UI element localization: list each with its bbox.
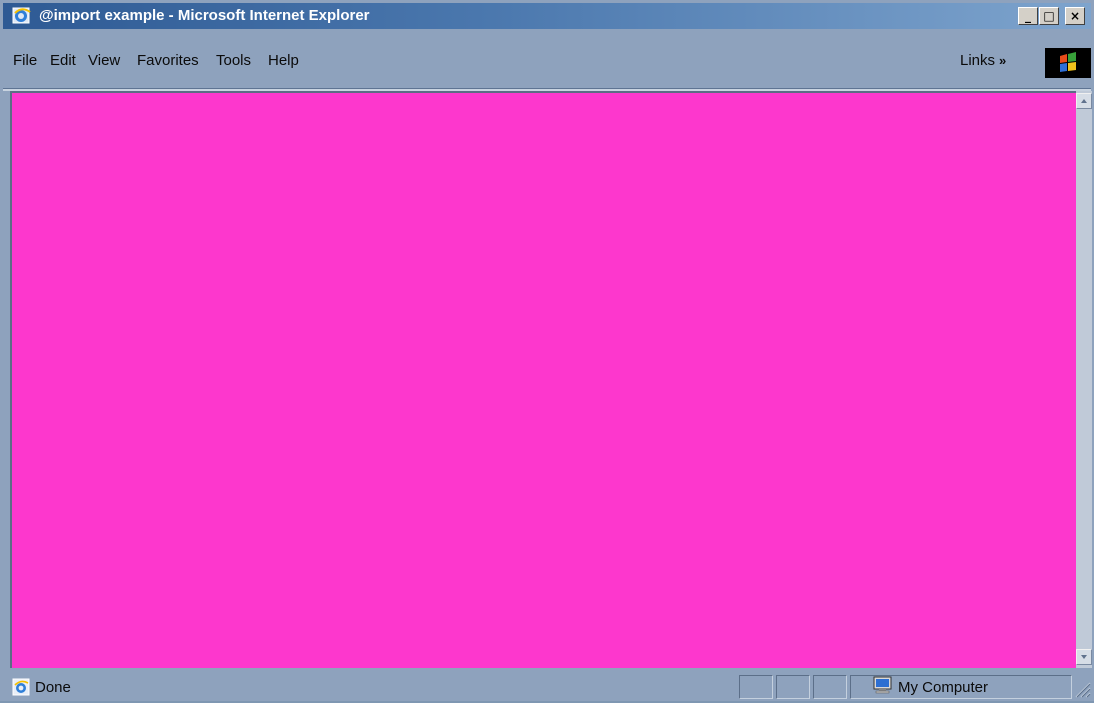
page-content[interactable] [10, 91, 1076, 668]
links-label: Links [960, 52, 996, 69]
status-bar: Done My Computer [3, 670, 1091, 701]
security-zone-label: My Computer [898, 679, 989, 696]
menu-file[interactable]: File [13, 52, 37, 70]
my-computer-icon [871, 676, 895, 694]
resize-grip-icon[interactable] [1073, 680, 1091, 698]
menu-view[interactable]: View [88, 52, 120, 70]
arrow-up-icon [1081, 99, 1087, 103]
ie-logo-icon [12, 6, 32, 26]
maximize-button[interactable]: □ [1039, 7, 1059, 25]
links-toolbar-button[interactable]: Links» [960, 52, 1006, 69]
windows-logo-icon [1045, 48, 1091, 78]
close-button[interactable]: × [1065, 7, 1085, 25]
scroll-up-button[interactable] [1076, 93, 1092, 109]
vertical-scrollbar[interactable] [1076, 91, 1092, 668]
menu-edit[interactable]: Edit [50, 52, 76, 70]
scroll-down-button[interactable] [1076, 649, 1092, 665]
menu-help[interactable]: Help [268, 52, 299, 70]
ie-page-icon [12, 678, 30, 696]
menu-favorites[interactable]: Favorites [137, 52, 199, 70]
status-text: Done [35, 679, 71, 696]
status-panel [813, 675, 847, 699]
arrow-down-icon [1081, 655, 1087, 659]
status-panel [776, 675, 810, 699]
minimize-button[interactable]: _ [1018, 7, 1038, 25]
chevron-right-icon: » [999, 53, 1007, 68]
window-title: @import example - Microsoft Internet Exp… [39, 7, 370, 24]
menu-bar: File Edit View Favorites Tools Help Link… [3, 32, 1091, 90]
browser-window: @import example - Microsoft Internet Exp… [0, 0, 1094, 701]
title-bar[interactable]: @import example - Microsoft Internet Exp… [3, 3, 1091, 29]
menu-tools[interactable]: Tools [216, 52, 251, 70]
status-panel [739, 675, 773, 699]
